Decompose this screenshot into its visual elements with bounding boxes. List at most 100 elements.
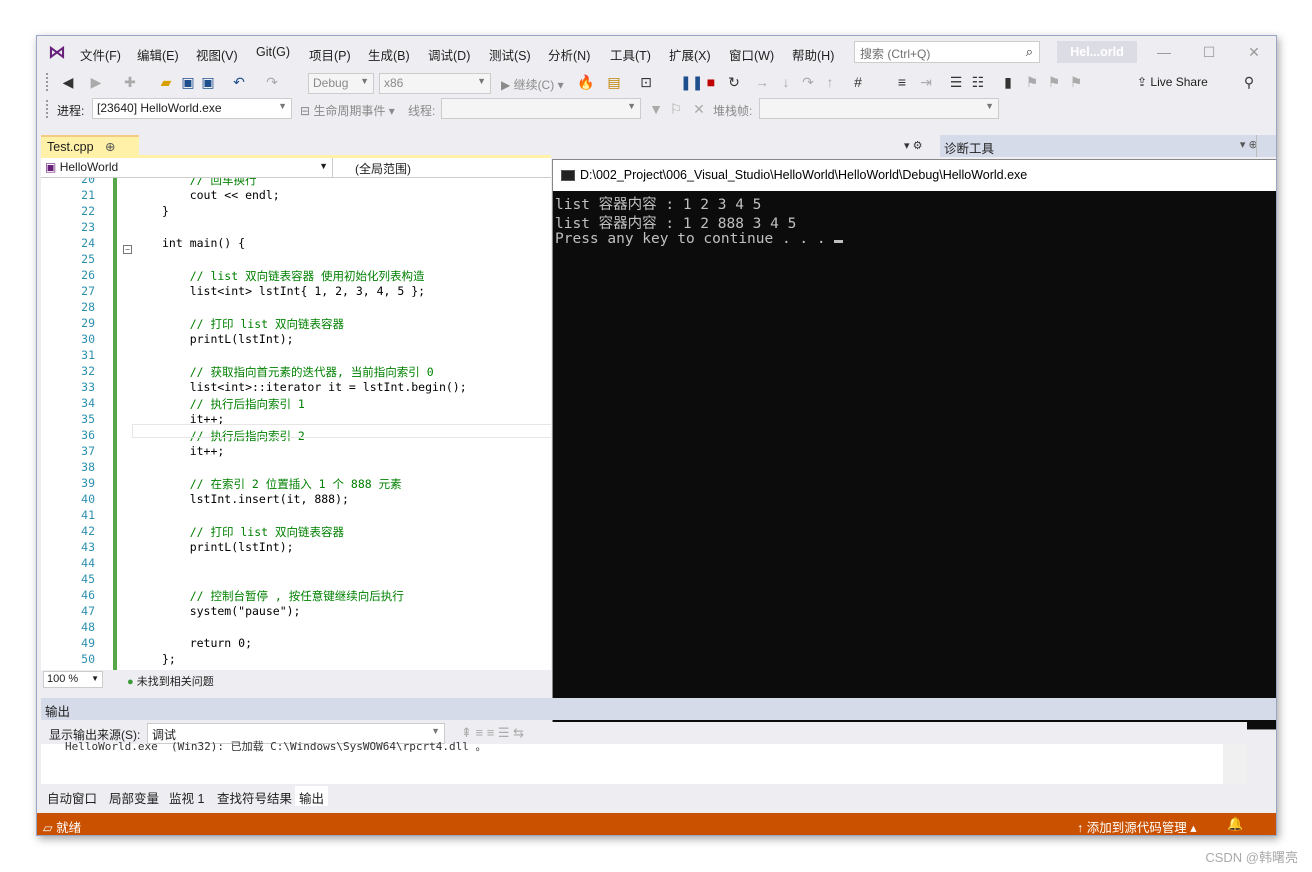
side-panel-tab[interactable] bbox=[1256, 135, 1276, 157]
indent-icon[interactable]: ⇥ bbox=[917, 73, 935, 91]
arrow-up-icon: ↑ bbox=[1077, 821, 1084, 835]
forward-icon[interactable]: ▶ bbox=[87, 73, 105, 91]
collapse-icon[interactable]: − bbox=[123, 245, 132, 254]
menu-edit[interactable]: 编辑(E) bbox=[137, 45, 179, 64]
comment-icon[interactable]: ☰ bbox=[947, 73, 965, 91]
menu-view[interactable]: 视图(V) bbox=[196, 45, 238, 64]
bookmark-icon[interactable]: ▮ bbox=[999, 73, 1017, 91]
continue-label: 继续(C) bbox=[513, 78, 555, 92]
search-input[interactable]: 搜索 (Ctrl+Q) ⌕ bbox=[854, 41, 1040, 63]
zoom-select[interactable]: 100 % ▼ bbox=[43, 671, 103, 688]
menu-window[interactable]: 窗口(W) bbox=[729, 45, 774, 64]
undo-icon[interactable]: ↶ bbox=[230, 73, 248, 91]
next-bookmark-icon[interactable]: ⚑ bbox=[1045, 73, 1063, 91]
current-line-highlight bbox=[132, 424, 551, 438]
process-icon[interactable]: ▤ bbox=[605, 73, 623, 91]
redo-icon[interactable]: ↷ bbox=[263, 73, 281, 91]
lifecycle-events-button[interactable]: ⊟ 生命周期事件 ▾ bbox=[300, 102, 395, 119]
diagnostic-tools-panel: 诊断工具 ▾ ⊕ ✕ bbox=[940, 135, 1276, 157]
menu-git[interactable]: Git(G) bbox=[256, 45, 290, 59]
continue-button[interactable]: ▶ 继续(C) ▾ bbox=[501, 76, 564, 93]
menu-file[interactable]: 文件(F) bbox=[80, 45, 121, 64]
menu-test[interactable]: 测试(S) bbox=[489, 45, 531, 64]
tab-test-cpp[interactable]: Test.cpp ⊕ ✕ bbox=[41, 135, 139, 169]
code-line: // 获取指向首元素的迭代器, 当前指向索引 0 bbox=[162, 365, 434, 379]
configuration-select[interactable]: Debug ▼ bbox=[308, 73, 374, 94]
save-all-icon[interactable]: ▣ bbox=[199, 73, 217, 91]
code-editor[interactable]: 20 // 回车换行 21 cout << endl; 22} 23 24 int mai… bbox=[41, 178, 551, 670]
step-out-icon[interactable]: ↑ bbox=[821, 73, 839, 91]
code-line: printL(lstInt); bbox=[162, 332, 294, 346]
line-number: 29 bbox=[81, 316, 95, 330]
hot-reload-icon[interactable]: 🔥 bbox=[577, 73, 595, 91]
clear-bookmarks-icon[interactable]: ⚑ bbox=[1067, 73, 1085, 91]
code-line: list<int> lstInt{ 1, 2, 3, 4, 5 }; bbox=[162, 284, 426, 298]
line-number: 38 bbox=[81, 460, 95, 474]
step-over-icon[interactable]: ↷ bbox=[799, 73, 817, 91]
pause-icon[interactable]: ❚❚ bbox=[680, 73, 703, 91]
uncomment-icon[interactable]: ☷ bbox=[969, 73, 987, 91]
minimize-button[interactable]: — bbox=[1149, 41, 1179, 63]
code-line: list<int>::iterator it = lstInt.begin(); bbox=[162, 380, 467, 394]
back-icon[interactable]: ◀ bbox=[59, 73, 77, 91]
live-share-button[interactable]: ⇪ Live Share bbox=[1137, 75, 1208, 89]
issues-label: 未找到相关问题 bbox=[136, 676, 214, 688]
step-into-icon[interactable]: ↓ bbox=[777, 73, 795, 91]
open-folder-icon[interactable]: ▰ bbox=[157, 73, 175, 91]
process-select[interactable]: [23640] HelloWorld.exe ▼ bbox=[92, 98, 292, 119]
menu-build[interactable]: 生成(B) bbox=[368, 45, 410, 64]
line-number: 47 bbox=[81, 604, 95, 618]
line-number: 40 bbox=[81, 492, 95, 506]
scope-dropdown[interactable]: (全局范围) bbox=[355, 160, 411, 177]
project-dropdown[interactable]: ▣ HelloWorld ▼ bbox=[41, 158, 333, 177]
platform-select[interactable]: x86 ▼ bbox=[379, 73, 491, 94]
feedback-icon[interactable]: ⚲ bbox=[1240, 73, 1258, 91]
source-control-button[interactable]: ↑ 添加到源代码管理 ▴ bbox=[1077, 817, 1197, 835]
screenshot-icon[interactable]: ⊡ bbox=[637, 73, 655, 91]
share-icon: ⇪ bbox=[1137, 75, 1148, 89]
thread-select[interactable]: ▼ bbox=[441, 98, 641, 119]
toolbar-grip[interactable] bbox=[46, 100, 49, 118]
hex-display-icon[interactable]: # bbox=[849, 73, 867, 91]
solution-name-badge: Hel...orld bbox=[1057, 41, 1137, 63]
output-scrollbar[interactable] bbox=[1223, 744, 1247, 784]
stop-icon[interactable]: ■ bbox=[702, 73, 720, 91]
code-line: system("pause"); bbox=[162, 604, 301, 618]
check-icon: ● bbox=[127, 676, 134, 688]
line-number: 28 bbox=[81, 300, 95, 314]
flag-icon[interactable]: ⚐ bbox=[667, 100, 685, 118]
menu-tools[interactable]: 工具(T) bbox=[610, 45, 651, 64]
prev-bookmark-icon[interactable]: ⚑ bbox=[1023, 73, 1041, 91]
menu-analyze[interactable]: 分析(N) bbox=[548, 45, 590, 64]
menu-help[interactable]: 帮助(H) bbox=[792, 45, 834, 64]
toolbar-grip[interactable] bbox=[46, 73, 49, 91]
show-next-statement-icon[interactable]: → bbox=[753, 73, 771, 91]
breakpoints-icon[interactable]: ≡ bbox=[893, 73, 911, 91]
stack-frame-label: 堆栈帧: bbox=[713, 104, 753, 118]
console-line: list 容器内容 : 1 2 3 4 5 bbox=[555, 197, 762, 213]
tab-overflow-icon[interactable]: ▾ ⚙ bbox=[904, 139, 922, 152]
new-item-icon[interactable]: ✚ bbox=[121, 73, 139, 91]
issues-indicator[interactable]: ● 未找到相关问题 bbox=[127, 673, 214, 689]
tab-locals[interactable]: 局部变量 bbox=[105, 786, 163, 806]
show-threads-icon[interactable]: ✕ bbox=[690, 100, 708, 118]
tab-find-symbol-results[interactable]: 查找符号结果 bbox=[213, 786, 296, 806]
restart-icon[interactable]: ↻ bbox=[725, 73, 743, 91]
output-text-area[interactable]: HelloWorld.exe (Win32): 已加载 C:\Windows\S… bbox=[41, 740, 1247, 784]
tab-watch-1[interactable]: 监视 1 bbox=[165, 786, 208, 806]
notification-bell-icon[interactable]: 🔔 bbox=[1227, 816, 1243, 832]
stack-frame-select[interactable]: ▼ bbox=[759, 98, 999, 119]
filter-icon[interactable]: ▼ bbox=[647, 100, 665, 118]
close-window-button[interactable]: ✕ bbox=[1239, 41, 1269, 63]
pin-icon[interactable]: ⊕ bbox=[105, 140, 115, 154]
menu-extensions[interactable]: 扩展(X) bbox=[669, 45, 711, 64]
save-icon[interactable]: ▣ bbox=[179, 73, 197, 91]
tab-output[interactable]: 输出 bbox=[295, 786, 329, 806]
menu-debug[interactable]: 调试(D) bbox=[428, 45, 470, 64]
line-number: 23 bbox=[81, 220, 95, 234]
maximize-button[interactable]: ☐ bbox=[1194, 41, 1224, 63]
menu-project[interactable]: 项目(P) bbox=[309, 45, 351, 64]
tab-autos[interactable]: 自动窗口 bbox=[43, 786, 101, 806]
console-window[interactable]: D:\002_Project\006_Visual_Studio\HelloWo… bbox=[552, 159, 1276, 730]
line-number: 45 bbox=[81, 572, 95, 586]
